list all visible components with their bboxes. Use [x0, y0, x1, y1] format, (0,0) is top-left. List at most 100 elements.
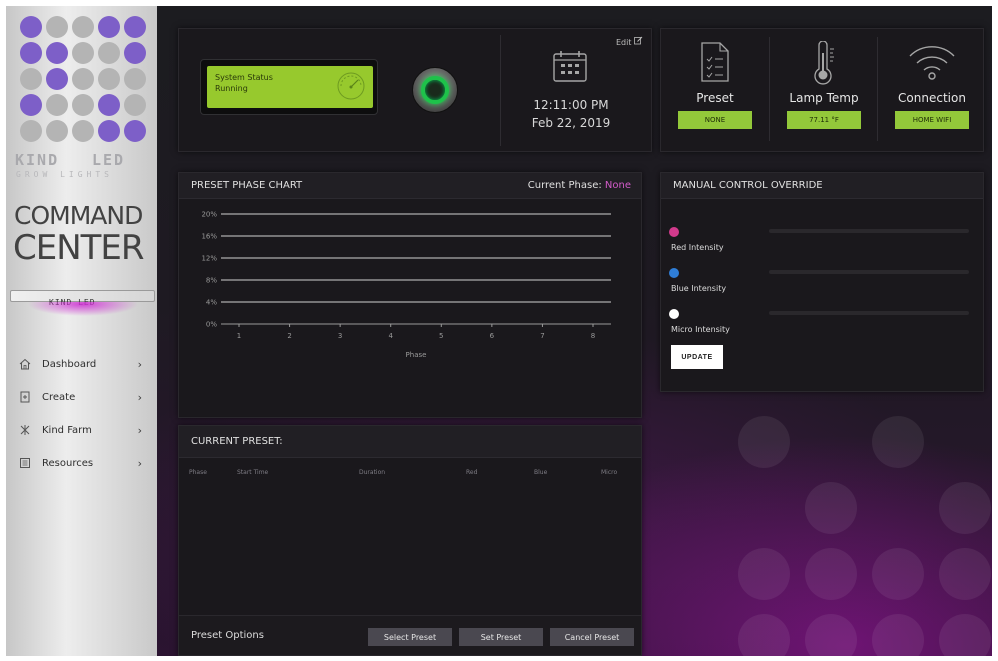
- create-icon: [18, 390, 32, 404]
- system-status-panel: System Status Running Edit 12:11:00 PM F…: [178, 28, 652, 152]
- chart-y-tick-label: 8%: [206, 277, 217, 285]
- current-preset-header: CURRENT PRESET:: [179, 426, 641, 458]
- chart-x-tick-label: 1: [237, 332, 241, 340]
- logo-dot: [46, 16, 68, 38]
- chart-y-tick-label: 16%: [201, 233, 217, 241]
- logo-dot: [72, 68, 94, 90]
- logo-dot: [46, 42, 68, 64]
- sidebar-item-resources[interactable]: Resources ›: [18, 452, 148, 474]
- device-info-panel: Preset NONE Lamp Temp 77.11 °F Connectio…: [660, 28, 984, 152]
- current-phase-indicator: Current Phase: None: [528, 173, 631, 199]
- preset-label: Preset: [696, 91, 734, 105]
- current-time: 12:11:00 PM: [533, 98, 609, 112]
- status-divider: [500, 35, 501, 146]
- background-circle: [805, 548, 857, 600]
- fixture-body: KIND LED: [10, 290, 155, 307]
- background-circle: [805, 614, 857, 656]
- chevron-right-icon: ›: [137, 423, 142, 437]
- app-title-command: COMMAND: [14, 201, 143, 230]
- red-intensity-slider[interactable]: [769, 229, 969, 233]
- blue-intensity-label: Blue Intensity: [671, 284, 727, 293]
- chart-x-tick-label: 8: [591, 332, 595, 340]
- cancel-preset-button[interactable]: Cancel Preset: [550, 628, 634, 646]
- fixture-light-glow: [28, 302, 138, 320]
- preset-phase-chart-panel: PRESET PHASE CHART Current Phase: None 0…: [178, 172, 642, 418]
- logo-dot: [98, 68, 120, 90]
- select-preset-button[interactable]: Select Preset: [368, 628, 452, 646]
- column-header-micro: Micro: [601, 469, 618, 476]
- update-button[interactable]: UPDATE: [671, 345, 723, 369]
- manual-panel-title: MANUAL CONTROL OVERRIDE: [673, 180, 823, 191]
- background-circle: [872, 614, 924, 656]
- micro-channel-dot: [669, 309, 679, 319]
- column-header-start-time: Start Time: [237, 469, 269, 476]
- background-circle: [738, 416, 790, 468]
- background-circle: [939, 482, 991, 534]
- logo-dot: [46, 94, 68, 116]
- chart-x-tick-label: 4: [388, 332, 393, 340]
- farm-icon: [18, 423, 32, 437]
- logo-dot: [20, 68, 42, 90]
- chart-y-tick-label: 12%: [201, 255, 217, 263]
- edit-icon: [634, 36, 643, 47]
- sidebar-item-create[interactable]: Create ›: [18, 386, 148, 408]
- background-circle: [805, 482, 857, 534]
- micro-intensity-label: Micro Intensity: [671, 325, 730, 334]
- thermometer-icon: [770, 41, 878, 85]
- grow-light-fixture-image: KIND LED: [10, 284, 155, 322]
- sidebar-item-kind-farm[interactable]: Kind Farm ›: [18, 419, 148, 441]
- current-phase-value: None: [604, 180, 631, 191]
- background-circle: [872, 416, 924, 468]
- sidebar-item-label: Dashboard: [42, 358, 97, 370]
- chart-x-tick-label: 2: [287, 332, 291, 340]
- blue-intensity-slider[interactable]: [769, 270, 969, 274]
- background-circle: [939, 614, 991, 656]
- chart-y-tick-label: 20%: [201, 211, 217, 219]
- sidebar-item-label: Create: [42, 391, 76, 403]
- chart-x-tick-label: 3: [338, 332, 342, 340]
- sidebar-item-label: Resources: [42, 457, 94, 469]
- red-intensity-label: Red Intensity: [671, 243, 724, 252]
- background-circle: [738, 614, 790, 656]
- logo-dot: [20, 42, 42, 64]
- logo-dot: [124, 42, 146, 64]
- lamp-temp-label: Lamp Temp: [789, 91, 859, 105]
- brand-led-text: LED: [92, 151, 126, 169]
- gauge-icon: [335, 71, 367, 104]
- micro-intensity-slider[interactable]: [769, 311, 969, 315]
- preset-document-icon: [661, 41, 769, 85]
- background-circle: [738, 548, 790, 600]
- red-channel-dot: [669, 227, 679, 237]
- app-title-center: CENTER: [13, 228, 145, 268]
- background-circle: [939, 548, 991, 600]
- logo-dot: [72, 120, 94, 142]
- power-indicator-ring: [421, 76, 449, 104]
- column-header-red: Red: [466, 469, 478, 476]
- logo-dot: [72, 94, 94, 116]
- column-header-blue: Blue: [534, 469, 548, 476]
- edit-datetime-link[interactable]: Edit: [616, 36, 643, 47]
- logo-dot: [124, 94, 146, 116]
- lcd-display: System Status Running: [200, 59, 378, 115]
- lamp-temp-info: Lamp Temp 77.11 °F: [770, 29, 878, 149]
- chevron-right-icon: ›: [137, 390, 142, 404]
- connection-info: Connection HOME WIFI: [878, 29, 986, 149]
- sidebar-item-dashboard[interactable]: Dashboard ›: [18, 353, 148, 375]
- chart-y-tick-label: 4%: [206, 299, 217, 307]
- logo-dot: [124, 120, 146, 142]
- chart-panel-title: PRESET PHASE CHART: [191, 180, 303, 191]
- background-circle: [872, 548, 924, 600]
- current-preset-panel: CURRENT PRESET: Phase Start Time Duratio…: [178, 425, 642, 656]
- preset-value-badge: NONE: [678, 111, 752, 129]
- current-preset-title: CURRENT PRESET:: [191, 436, 283, 447]
- chart-x-tick-label: 7: [540, 332, 544, 340]
- logo-dot: [72, 16, 94, 38]
- current-date: Feb 22, 2019: [531, 116, 611, 130]
- manual-control-override-panel: MANUAL CONTROL OVERRIDE Red Intensity Bl…: [660, 172, 984, 392]
- set-preset-button[interactable]: Set Preset: [459, 628, 543, 646]
- home-icon: [18, 357, 32, 371]
- logo-dot: [98, 94, 120, 116]
- power-button[interactable]: [412, 67, 458, 113]
- column-header-duration: Duration: [359, 469, 386, 476]
- chart-y-tick-label: 0%: [206, 321, 217, 329]
